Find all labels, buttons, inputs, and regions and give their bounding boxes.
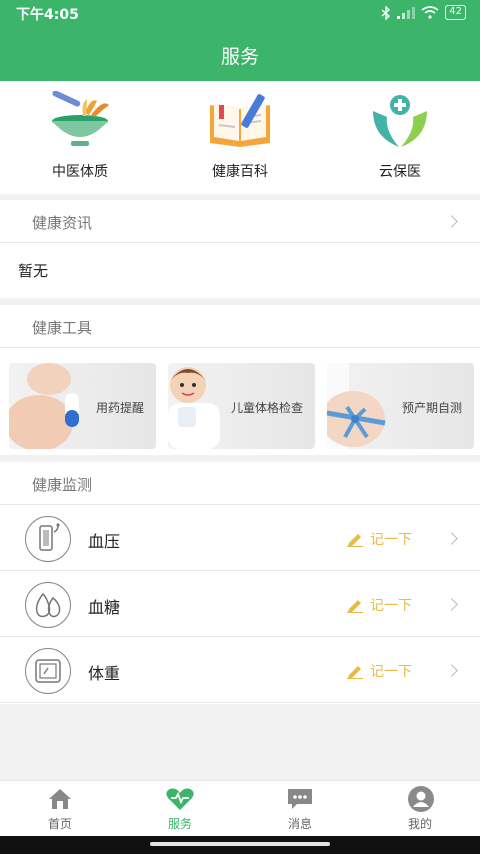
chevron-right-icon — [445, 664, 458, 677]
blood-sugar-icon — [25, 582, 71, 628]
tool-card-medication-reminder[interactable]: 用药提醒 — [9, 363, 156, 449]
tool-card-due-date[interactable]: 预产期自测 — [327, 363, 474, 449]
bottom-tab-bar: 首页 服务 消息 我的 — [0, 780, 480, 836]
quick-entry-label: 云保医 — [379, 164, 421, 180]
tab-label: 我的 — [407, 817, 432, 831]
tab-label: 消息 — [287, 817, 312, 831]
profile-icon — [407, 786, 434, 812]
pill-icon — [9, 363, 79, 449]
monitor-name: 血糖 — [88, 598, 121, 617]
tool-card-child-checkup[interactable]: 儿童体格检查 — [168, 363, 315, 449]
tab-service[interactable]: 服务 — [140, 785, 220, 832]
monitor-row-blood-sugar[interactable]: 血糖 记一下 — [0, 571, 480, 637]
pregnancy-icon — [327, 363, 386, 449]
tool-card-label: 用药提醒 — [95, 401, 144, 415]
health-news-header[interactable]: 健康资讯 — [0, 200, 480, 243]
status-time: 下午4:05 — [16, 7, 79, 23]
tool-card-label: 预产期自测 — [401, 401, 462, 415]
health-news-empty: 暂无 — [18, 262, 49, 280]
pencil-icon — [347, 534, 363, 547]
heart-icon — [166, 787, 194, 811]
tab-profile[interactable]: 我的 — [380, 785, 460, 832]
signal-icon — [397, 6, 416, 19]
pencil-icon — [347, 600, 363, 613]
chevron-right-icon — [445, 532, 458, 545]
record-button[interactable]: 记一下 — [346, 661, 412, 681]
health-monitor-section: 健康监测 血压 记一下 血糖 记一下 体重 记一下 — [0, 462, 480, 704]
tab-messages[interactable]: 消息 — [260, 785, 340, 832]
section-title: 健康资讯 — [32, 214, 93, 232]
child-icon — [168, 367, 220, 449]
monitor-row-weight[interactable]: 体重 记一下 — [0, 637, 480, 703]
weight-scale-icon — [25, 648, 71, 694]
quick-entries: 中医体质 健康百科 云保医 — [0, 81, 480, 194]
header-bar: 服务 — [0, 26, 480, 81]
record-label: 记一下 — [370, 532, 412, 548]
record-button[interactable]: 记一下 — [346, 529, 412, 549]
tab-label: 首页 — [47, 817, 72, 831]
section-title: 健康工具 — [32, 319, 93, 337]
chevron-right-icon — [445, 598, 458, 611]
chevron-right-icon — [445, 215, 458, 228]
pencil-icon — [347, 666, 363, 679]
health-tools-cards: 用药提醒 儿童体格检查 预产期自测 — [0, 363, 480, 451]
status-bar: 下午4:05 42 — [0, 0, 480, 26]
monitor-name: 体重 — [88, 664, 121, 683]
battery-indicator: 42 — [445, 5, 466, 20]
home-indicator[interactable] — [150, 842, 330, 846]
tab-home[interactable]: 首页 — [20, 785, 100, 832]
tool-card-label: 儿童体格检查 — [230, 401, 303, 415]
system-home-bar — [0, 836, 480, 854]
monitor-name: 血压 — [88, 532, 121, 551]
bluetooth-icon — [381, 5, 391, 20]
care-hands-icon — [373, 95, 427, 147]
home-icon — [47, 787, 73, 811]
quick-entry-label: 中医体质 — [52, 164, 108, 180]
health-monitor-header: 健康监测 — [0, 462, 480, 505]
health-tools-header: 健康工具 — [0, 305, 480, 348]
message-icon — [287, 787, 313, 811]
record-label: 记一下 — [370, 598, 412, 614]
herbal-bowl-icon — [52, 91, 109, 146]
health-news-section: 健康资讯 暂无 — [0, 200, 480, 298]
monitor-row-blood-pressure[interactable]: 血压 记一下 — [0, 505, 480, 571]
book-pen-icon — [210, 94, 270, 147]
quick-entry-cloud-insurance[interactable]: 云保医 — [345, 91, 455, 191]
wifi-icon — [421, 6, 439, 19]
record-label: 记一下 — [370, 664, 412, 680]
section-title: 健康监测 — [32, 476, 93, 494]
quick-entry-label: 健康百科 — [212, 164, 268, 180]
status-icons: 42 — [381, 5, 466, 20]
health-tools-section: 健康工具 用药提醒 儿童体格检查 预产期自测 — [0, 305, 480, 455]
record-button[interactable]: 记一下 — [346, 595, 412, 615]
tab-label: 服务 — [167, 817, 192, 831]
blood-pressure-icon — [25, 516, 71, 562]
quick-entry-tcm-constitution[interactable]: 中医体质 — [25, 91, 135, 191]
quick-entry-health-encyclopedia[interactable]: 健康百科 — [185, 91, 295, 191]
page-title: 服务 — [220, 46, 259, 68]
